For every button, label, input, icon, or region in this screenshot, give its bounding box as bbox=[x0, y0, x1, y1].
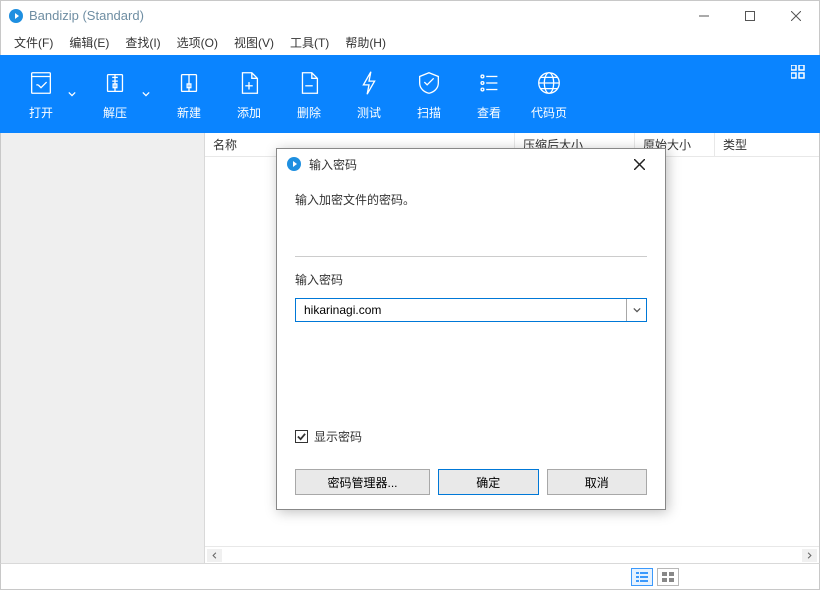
globe-icon bbox=[534, 68, 564, 98]
new-icon bbox=[174, 68, 204, 98]
dialog-instruction: 输入加密文件的密码。 bbox=[295, 191, 647, 208]
tool-delete[interactable]: 删除 bbox=[279, 55, 339, 133]
menu-help[interactable]: 帮助(H) bbox=[337, 31, 394, 54]
tool-codepage[interactable]: 代码页 bbox=[519, 55, 579, 133]
extract-dropdown[interactable] bbox=[137, 55, 155, 133]
tool-scan[interactable]: 扫描 bbox=[399, 55, 459, 133]
col-type[interactable]: 类型 bbox=[715, 133, 819, 156]
view-icon bbox=[474, 68, 504, 98]
maximize-button[interactable] bbox=[727, 1, 773, 30]
password-manager-button[interactable]: 密码管理器... bbox=[295, 469, 430, 495]
toolbar-layout-icon[interactable] bbox=[791, 65, 805, 82]
window-controls bbox=[681, 1, 819, 30]
combo-dropdown-button[interactable] bbox=[626, 299, 646, 321]
show-password-label: 显示密码 bbox=[314, 428, 362, 445]
window-title: Bandizip (Standard) bbox=[29, 8, 144, 23]
tool-open[interactable]: 打开 bbox=[11, 55, 71, 133]
tool-extract[interactable]: 解压 bbox=[85, 55, 145, 133]
tool-codepage-label: 代码页 bbox=[531, 104, 567, 121]
password-combo bbox=[295, 298, 647, 322]
tool-add[interactable]: 添加 bbox=[219, 55, 279, 133]
statusbar bbox=[0, 563, 820, 590]
password-field-label: 输入密码 bbox=[295, 271, 647, 288]
tool-add-label: 添加 bbox=[237, 104, 261, 121]
tool-view-label: 查看 bbox=[477, 104, 501, 121]
test-icon bbox=[354, 68, 384, 98]
dialog-separator bbox=[295, 256, 647, 257]
scroll-right-icon[interactable] bbox=[802, 549, 817, 562]
password-input[interactable] bbox=[296, 299, 626, 321]
tool-delete-label: 删除 bbox=[297, 104, 321, 121]
view-details-icon[interactable] bbox=[631, 568, 653, 586]
scroll-left-icon[interactable] bbox=[207, 549, 222, 562]
tool-open-label: 打开 bbox=[29, 104, 53, 121]
checkbox-icon bbox=[295, 430, 308, 443]
menu-view[interactable]: 视图(V) bbox=[226, 31, 282, 54]
menu-file[interactable]: 文件(F) bbox=[6, 31, 61, 54]
view-icons-icon[interactable] bbox=[657, 568, 679, 586]
cancel-button[interactable]: 取消 bbox=[547, 469, 647, 495]
menu-find[interactable]: 查找(I) bbox=[117, 31, 168, 54]
password-dialog: 输入密码 输入加密文件的密码。 输入密码 显示密码 密码管理器... 确定 取消 bbox=[276, 148, 666, 510]
open-dropdown[interactable] bbox=[63, 55, 81, 133]
tool-extract-label: 解压 bbox=[103, 104, 127, 121]
add-icon bbox=[234, 68, 264, 98]
dialog-titlebar: 输入密码 bbox=[277, 149, 665, 179]
dialog-body: 输入加密文件的密码。 输入密码 显示密码 密码管理器... 确定 取消 bbox=[277, 179, 665, 509]
menu-options[interactable]: 选项(O) bbox=[169, 31, 226, 54]
tool-test-label: 测试 bbox=[357, 104, 381, 121]
tool-test[interactable]: 测试 bbox=[339, 55, 399, 133]
dialog-buttons: 密码管理器... 确定 取消 bbox=[295, 469, 647, 495]
titlebar: Bandizip (Standard) bbox=[0, 0, 820, 30]
tool-new-label: 新建 bbox=[177, 104, 201, 121]
ok-button[interactable]: 确定 bbox=[438, 469, 538, 495]
close-button[interactable] bbox=[773, 1, 819, 30]
dialog-close-button[interactable] bbox=[619, 150, 659, 178]
tool-new[interactable]: 新建 bbox=[159, 55, 219, 133]
menubar: 文件(F) 编辑(E) 查找(I) 选项(O) 视图(V) 工具(T) 帮助(H… bbox=[0, 30, 820, 55]
delete-icon bbox=[294, 68, 324, 98]
dialog-title: 输入密码 bbox=[309, 156, 357, 173]
show-password-checkbox[interactable]: 显示密码 bbox=[295, 428, 647, 445]
toolbar: 打开 解压 新建 添加 删除 测试 扫描 查看 代码页 bbox=[0, 55, 820, 133]
extract-icon bbox=[100, 68, 130, 98]
minimize-button[interactable] bbox=[681, 1, 727, 30]
tool-scan-label: 扫描 bbox=[417, 104, 441, 121]
app-icon bbox=[9, 9, 23, 23]
scan-icon bbox=[414, 68, 444, 98]
menu-tools[interactable]: 工具(T) bbox=[282, 31, 337, 54]
sidebar[interactable] bbox=[1, 133, 205, 563]
menu-edit[interactable]: 编辑(E) bbox=[61, 31, 117, 54]
dialog-app-icon bbox=[287, 157, 301, 171]
open-icon bbox=[26, 68, 56, 98]
tool-view[interactable]: 查看 bbox=[459, 55, 519, 133]
horizontal-scrollbar[interactable] bbox=[205, 546, 819, 563]
